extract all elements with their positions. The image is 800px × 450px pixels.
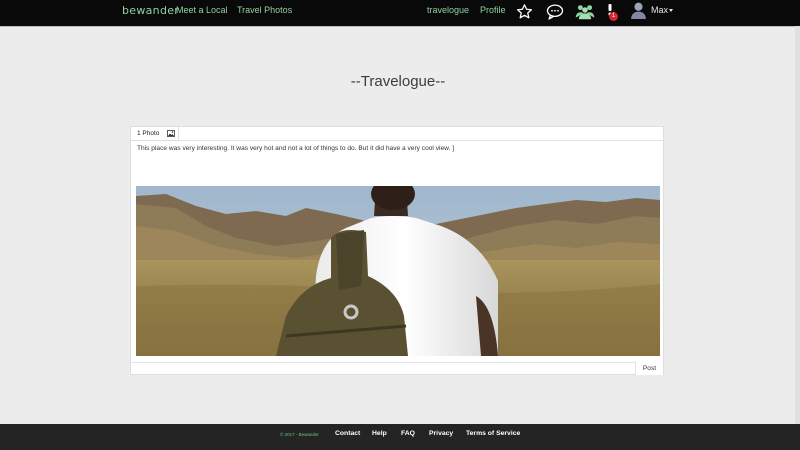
user-menu[interactable]: Max xyxy=(651,5,668,15)
nav-travel-photos[interactable]: Travel Photos xyxy=(237,5,292,15)
copyright-text: © 2017 - Bewander xyxy=(280,432,319,437)
tab-photos[interactable]: 1 Photo xyxy=(131,127,179,141)
post-button[interactable]: Post xyxy=(635,362,663,375)
page-title: --Travelogue-- xyxy=(350,73,446,90)
footer-link-help[interactable]: Help xyxy=(372,430,387,437)
top-nav: bewander Meet a Local Travel Photos trav… xyxy=(0,0,800,27)
site-footer: © 2017 - Bewander Contact Help FAQ Priva… xyxy=(0,424,800,450)
card-divider xyxy=(131,362,663,363)
post-card: 1 Photo This place was very interesting.… xyxy=(130,126,664,375)
user-avatar-icon[interactable] xyxy=(630,1,647,24)
chat-bubble-icon[interactable] xyxy=(546,3,564,25)
footer-link-contact[interactable]: Contact xyxy=(335,430,360,437)
nav-meet-a-local[interactable]: Meet a Local xyxy=(176,5,228,15)
star-icon[interactable] xyxy=(516,3,533,25)
footer-link-privacy[interactable]: Privacy xyxy=(429,430,453,437)
footer-link-terms[interactable]: Terms of Service xyxy=(466,430,520,437)
image-icon xyxy=(167,130,175,139)
nav-profile[interactable]: Profile xyxy=(480,5,506,15)
group-icon[interactable] xyxy=(575,3,595,25)
tab-divider xyxy=(179,140,663,141)
brand-logo[interactable]: bewander xyxy=(122,4,179,17)
post-text[interactable]: This place was very interesting. It was … xyxy=(137,145,454,152)
footer-link-faq[interactable]: FAQ xyxy=(401,430,415,437)
tab-photos-label: 1 Photo xyxy=(137,130,160,137)
nav-travelogue[interactable]: travelogue xyxy=(427,5,469,15)
chevron-down-icon[interactable] xyxy=(669,9,673,12)
notification-badge[interactable]: 1 xyxy=(609,12,618,21)
travel-photo[interactable] xyxy=(136,186,660,356)
